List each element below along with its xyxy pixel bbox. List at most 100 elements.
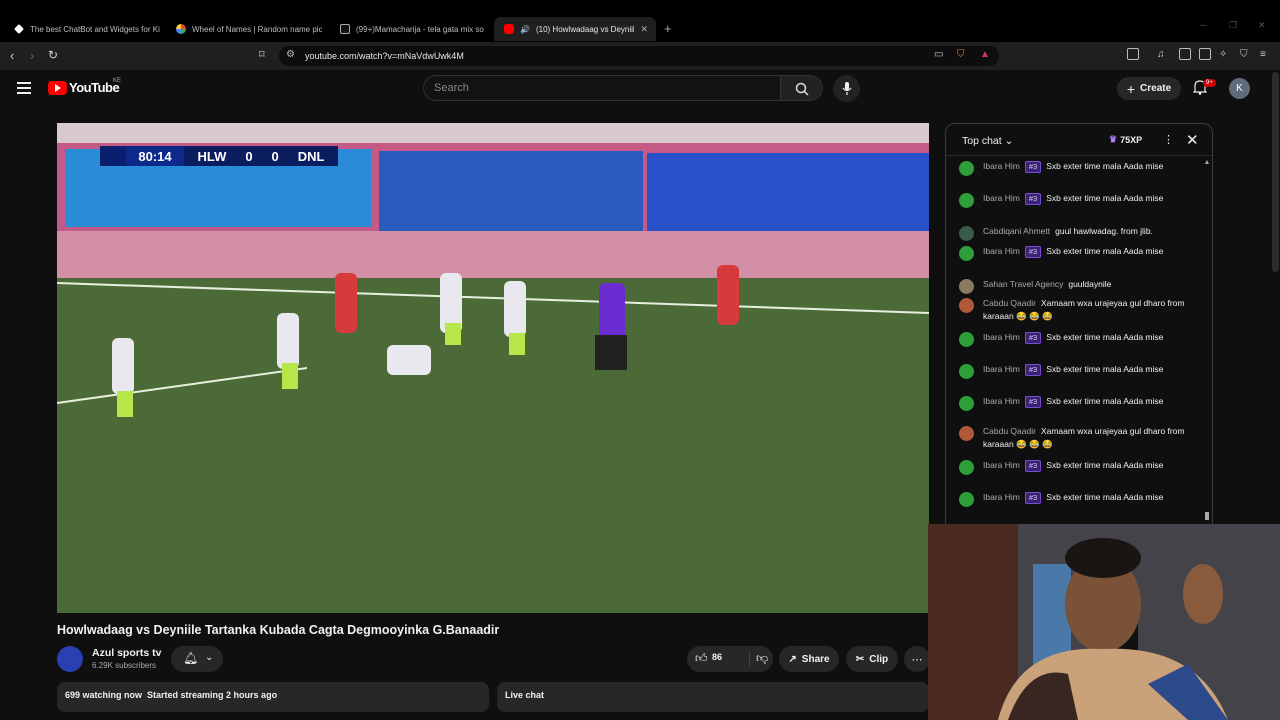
youtube-logo-icon[interactable] — [48, 81, 67, 95]
chat-message-body: Ibara Him #3 Sxb exter time mala Aada mise — [983, 363, 1199, 379]
chat-author-avatar[interactable] — [959, 279, 974, 294]
watching-count: 699 watching now — [65, 690, 143, 700]
description-box[interactable]: 699 watching now Started streaming 2 hou… — [57, 682, 489, 712]
chat-author-avatar[interactable] — [959, 396, 974, 411]
create-button[interactable]: + Create — [1117, 77, 1181, 100]
wallet-icon[interactable] — [1199, 48, 1211, 60]
chat-author-name[interactable]: Cabdu Qaadir — [983, 298, 1036, 308]
maximize-icon[interactable]: ❐ — [1229, 20, 1237, 31]
video-title: Howlwadaag vs Deyniile Tartanka Kubada C… — [57, 623, 500, 637]
chat-author-avatar[interactable] — [959, 492, 974, 507]
vpn-icon[interactable]: ⛉ — [1240, 49, 1248, 60]
wheel-favicon-icon — [176, 24, 186, 34]
chat-scrollbar[interactable] — [1205, 160, 1209, 520]
youtube-wordmark[interactable]: YouTube — [69, 80, 120, 95]
tab-search-icon[interactable] — [1127, 48, 1139, 60]
chat-message-body: Ibara Him #3 Sxb exter time mala Aada mise — [983, 459, 1199, 475]
guide-menu-icon[interactable] — [17, 82, 31, 97]
chat-message[interactable]: Ibara Him #3 Sxb exter time mala Aada mise — [959, 459, 1199, 475]
chat-message[interactable]: Sahan Travel Agency guuldaynile — [959, 278, 1199, 294]
browser-tab-active[interactable]: 🔊 (10) Howlwadaag vs Deyniile ✕ — [494, 17, 656, 41]
chat-message[interactable]: Ibara Him #3 Sxb exter time mala Aada mise — [959, 363, 1199, 379]
chat-author-name[interactable]: Sahan Travel Agency — [983, 279, 1063, 289]
member-badge: #3 — [1024, 492, 1042, 504]
chat-author-name[interactable]: Ibara Him — [983, 161, 1020, 171]
brave-shield-icon[interactable]: ⛉ — [957, 49, 965, 60]
chat-message[interactable]: Cabdu Qaadir Xamaam wxa urajeyaa gul dhar… — [959, 425, 1199, 451]
chat-options-icon[interactable]: ⋮ — [1163, 133, 1174, 146]
search-input[interactable] — [423, 75, 781, 101]
account-avatar[interactable]: K — [1229, 78, 1250, 99]
chat-message[interactable]: Ibara Him #3 Sxb exter time mala Aada mise — [959, 331, 1199, 347]
video-player[interactable] — [57, 123, 929, 613]
search-button[interactable] — [781, 75, 823, 101]
chat-mode-selector[interactable]: Top chat ⌄ — [962, 135, 1013, 147]
forward-icon[interactable]: › — [30, 48, 34, 63]
chat-author-avatar[interactable] — [959, 460, 974, 475]
music-icon[interactable]: ♫ — [1157, 49, 1165, 60]
more-actions-icon[interactable]: ⋯ — [904, 646, 930, 672]
chat-author-avatar[interactable] — [959, 246, 974, 261]
menu-icon[interactable]: ≡ — [1260, 49, 1266, 60]
xp-badge[interactable]: ♛ 75XP — [1109, 134, 1142, 145]
chat-message[interactable]: Ibara Him #3 Sxb exter time mala Aada mise — [959, 245, 1199, 261]
rewards-icon[interactable]: ▲ — [980, 49, 990, 60]
browser-tab[interactable]: (99+)Mamacharija - tela gata mix so — [330, 17, 494, 41]
browser-tab[interactable]: Wheel of Names | Random name pic — [166, 17, 330, 41]
chat-author-name[interactable]: Cabdiqani Ahmett — [983, 226, 1050, 236]
chat-message-body: Ibara Him #3 Sxb exter time mala Aada mise — [983, 192, 1199, 208]
chat-author-name[interactable]: Ibara Him — [983, 364, 1020, 374]
close-tab-icon[interactable]: ✕ — [640, 24, 648, 35]
chat-author-avatar[interactable] — [959, 426, 974, 441]
voice-search-button[interactable] — [833, 75, 860, 102]
chat-author-avatar[interactable] — [959, 161, 974, 176]
channel-name[interactable]: Azul sports tv — [92, 647, 161, 659]
channel-avatar[interactable] — [57, 646, 83, 672]
sidebar-icon[interactable] — [1179, 48, 1191, 60]
chat-author-name[interactable]: Ibara Him — [983, 246, 1020, 256]
home-team: HLW — [197, 148, 227, 164]
chat-author-avatar[interactable] — [959, 364, 974, 379]
clip-button[interactable]: ✂ Clip — [846, 646, 898, 672]
member-badge: #3 — [1024, 460, 1042, 472]
page-scrollbar[interactable] — [1272, 72, 1279, 272]
reload-icon[interactable]: ↻ — [48, 48, 58, 62]
speaker-icon: 🔊 — [520, 24, 530, 34]
subscription-bell-button[interactable]: 🔔︎ ⌄ — [171, 646, 223, 672]
chat-author-name[interactable]: Ibara Him — [983, 492, 1020, 502]
chat-author-avatar[interactable] — [959, 226, 974, 241]
chat-message[interactable]: Cabdu Qaadir Xamaam wxa urajeyaa gul dhar… — [959, 297, 1199, 323]
chat-author-name[interactable]: Ibara Him — [983, 332, 1020, 342]
like-button[interactable]: 👍︎ 👎︎ — [687, 646, 773, 672]
ai-icon[interactable]: ✧ — [1219, 49, 1227, 60]
close-window-icon[interactable]: ✕ — [1258, 20, 1266, 31]
url-text[interactable]: youtube.com/watch?v=mNaVdwUwk4M — [305, 51, 464, 61]
chat-author-name[interactable]: Ibara Him — [983, 396, 1020, 406]
chat-message[interactable]: Ibara Him #3 Sxb exter time mala Aada mise — [959, 491, 1199, 507]
dislike-button[interactable]: 👎︎ — [749, 651, 768, 666]
chat-author-name[interactable]: Ibara Him — [983, 193, 1020, 203]
chat-message[interactable]: Ibara Him #3 Sxb exter time mala Aada mise — [959, 160, 1199, 176]
live-chat-toggle[interactable]: Live chat — [497, 682, 929, 712]
member-badge: #3 — [1024, 332, 1042, 344]
close-chat-icon[interactable]: ✕ — [1186, 131, 1199, 149]
scoreboard: 80:14 HLW 0 0 DNL — [100, 146, 338, 166]
chat-message[interactable]: Cabdiqani Ahmett guul hawlwadag. from jli… — [959, 225, 1199, 241]
minimize-icon[interactable]: ─ — [1200, 20, 1206, 30]
site-info-icon[interactable]: ⚙ — [286, 49, 295, 60]
chat-author-name[interactable]: Cabdu Qaadir — [983, 426, 1036, 436]
new-tab-icon[interactable]: + — [664, 21, 672, 36]
chat-author-name[interactable]: Ibara Him — [983, 460, 1020, 470]
chat-message[interactable]: Ibara Him #3 Sxb exter time mala Aada mise — [959, 395, 1199, 411]
chat-message-text: guul hawlwadag. from jlib. — [1055, 226, 1153, 236]
chat-message[interactable]: Ibara Him #3 Sxb exter time mala Aada mise — [959, 192, 1199, 208]
cast-icon[interactable]: ▭ — [934, 49, 943, 60]
chat-author-avatar[interactable] — [959, 193, 974, 208]
chat-author-avatar[interactable] — [959, 298, 974, 313]
member-badge: #3 — [1024, 161, 1042, 173]
bookmark-icon[interactable]: ⌑ — [259, 48, 265, 61]
back-icon[interactable]: ‹ — [10, 48, 14, 63]
chat-author-avatar[interactable] — [959, 332, 974, 347]
browser-tab[interactable]: The best ChatBot and Widgets for Ki — [4, 17, 168, 41]
share-button[interactable]: ↗ Share — [779, 646, 839, 672]
